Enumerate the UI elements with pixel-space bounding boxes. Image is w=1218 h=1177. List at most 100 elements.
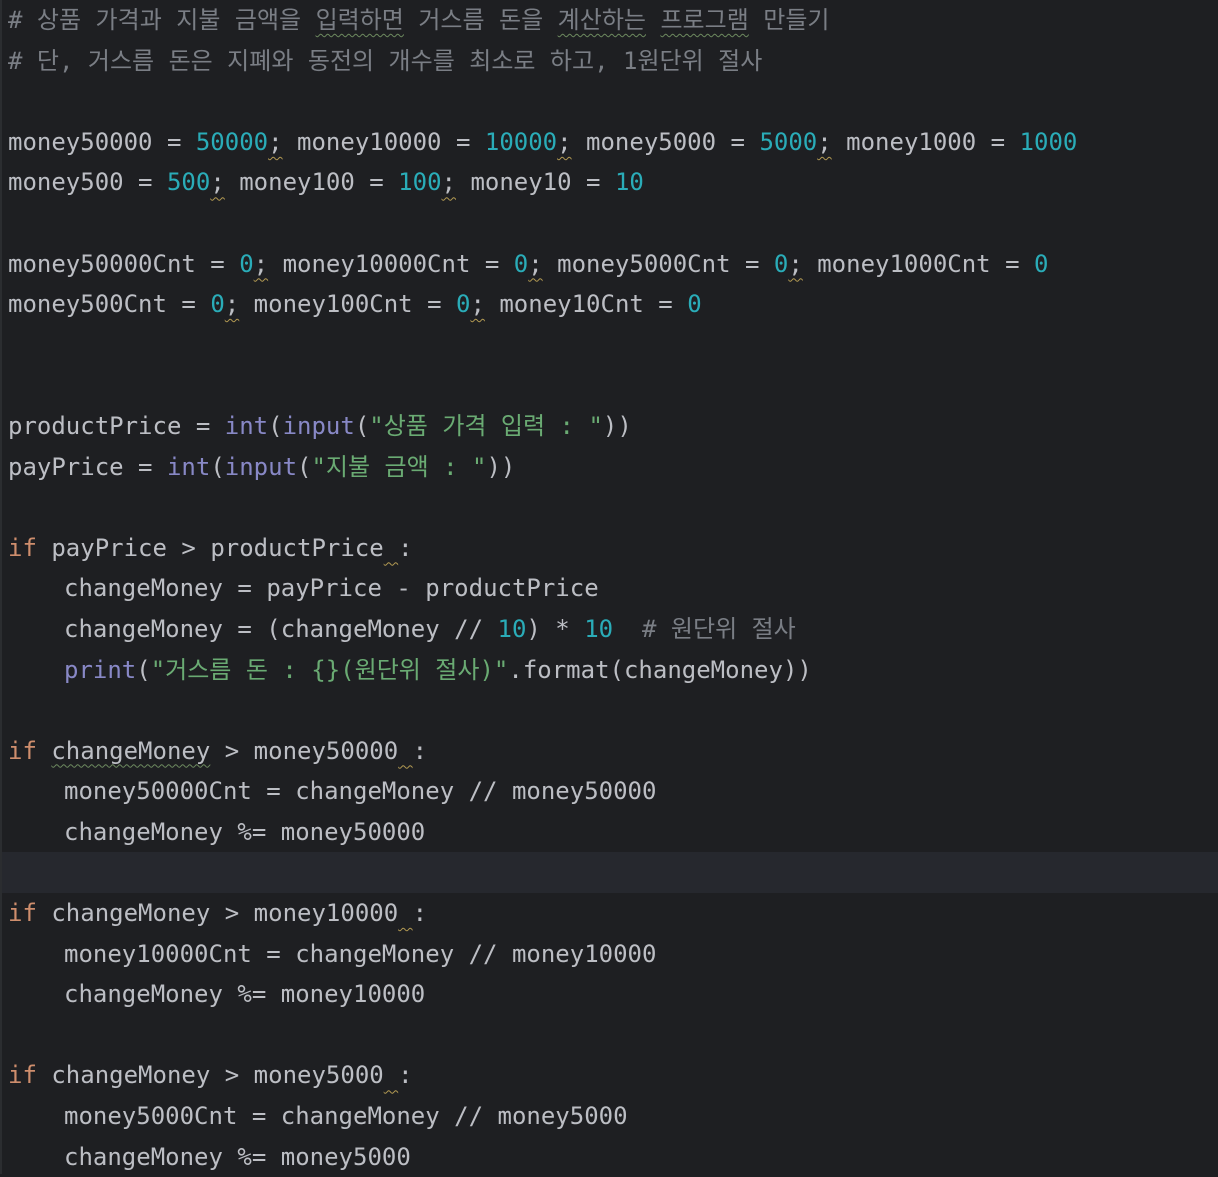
variable-name: money50000Cnt: [8, 249, 196, 278]
number-literal: 10: [584, 614, 614, 643]
code-line-26[interactable]: [2, 1015, 1218, 1056]
code-line-16[interactable]: changeMoney = (changeMoney // 10) * 10 #…: [2, 609, 1218, 650]
code-line-21[interactable]: changeMoney %= money50000: [2, 812, 1218, 853]
comment-word-typo: 계산하는: [557, 6, 646, 34]
variable-name: changeMoney: [64, 817, 223, 846]
code-line-18[interactable]: [2, 690, 1218, 731]
code-line-23[interactable]: if changeMoney > money10000 :: [2, 893, 1218, 934]
code-line-27[interactable]: if changeMoney > money5000 :: [2, 1055, 1218, 1096]
string-literal: "지불 금액 : ": [311, 452, 487, 481]
code-line-5[interactable]: money500 = 500; money100 = 100; money10 …: [2, 162, 1218, 203]
number-literal: 0: [455, 290, 471, 319]
comment-word-typo: 입력하면: [315, 6, 404, 34]
semicolon-warning: ;: [210, 168, 225, 197]
comment-text: # 단, 거스름 돈은 지폐와 동전의 개수를 최소로 하고, 1원단위 절사: [8, 46, 763, 75]
code-line-25[interactable]: changeMoney %= money10000: [2, 974, 1218, 1015]
method-name: format: [522, 655, 610, 684]
variable-name: money10000: [253, 899, 399, 928]
variable-name: changeMoney: [51, 1061, 211, 1090]
code-line-10[interactable]: [2, 365, 1218, 406]
semicolon-warning: ;: [817, 127, 832, 156]
code-line-20[interactable]: money50000Cnt = changeMoney // money5000…: [2, 771, 1218, 812]
semicolon-warning: ;: [253, 249, 269, 278]
variable-name: money10000: [280, 980, 426, 1009]
code-line-13[interactable]: [2, 487, 1218, 528]
variable-name: changeMoney: [280, 1102, 440, 1131]
code-line-17[interactable]: print("거스름 돈 : {}(원단위 절사)".format(change…: [2, 650, 1218, 691]
code-line-24[interactable]: money10000Cnt = changeMoney // money1000…: [2, 934, 1218, 975]
semicolon-warning: ;: [557, 127, 572, 156]
code-line-7[interactable]: money50000Cnt = 0; money10000Cnt = 0; mo…: [2, 244, 1218, 285]
code-line-2[interactable]: # 단, 거스름 돈은 지폐와 동전의 개수를 최소로 하고, 1원단위 절사: [2, 41, 1218, 82]
variable-name: changeMoney: [623, 655, 783, 684]
code-line-29[interactable]: changeMoney %= money5000: [2, 1137, 1218, 1177]
variable-name: money50000: [511, 777, 657, 806]
number-literal: 0: [773, 249, 789, 278]
variable-name: money1000Cnt: [817, 249, 991, 278]
code-line-12[interactable]: payPrice = int(input("지불 금액 : ")): [2, 447, 1218, 488]
builtin-function: int: [224, 411, 269, 440]
comment-word: 지불: [176, 6, 221, 34]
variable-name: money50000: [8, 127, 153, 156]
variable-name: money10Cnt: [499, 290, 644, 319]
number-literal: 0: [239, 249, 254, 278]
variable-name: money500: [8, 168, 124, 197]
code-line-1[interactable]: # 상품 가격과 지불 금액을 입력하면 거스름 돈을 계산하는 프로그램 만들…: [2, 0, 1218, 41]
inline-comment: # 원단위 절사: [642, 614, 796, 643]
variable-name: money10000: [297, 127, 442, 156]
variable-name: money100Cnt: [253, 290, 413, 319]
variable-name: money5000: [497, 1102, 628, 1131]
keyword: if: [8, 1061, 37, 1090]
number-literal: 0: [1033, 249, 1049, 278]
code-line-8[interactable]: money500Cnt = 0; money100Cnt = 0; money1…: [2, 284, 1218, 325]
comment-word: 만들기: [763, 6, 830, 34]
builtin-function: int: [166, 452, 211, 481]
variable-name: money10000Cnt: [64, 939, 252, 968]
keyword: if: [8, 533, 37, 562]
variable-name: money5000: [586, 127, 717, 156]
variable-name: money50000: [280, 817, 426, 846]
code-line-6[interactable]: [2, 203, 1218, 244]
code-line-15[interactable]: changeMoney = payPrice - productPrice: [2, 568, 1218, 609]
comment-word: 돈을: [499, 6, 544, 34]
variable-name: productPrice: [210, 533, 384, 562]
variable-name: payPrice: [266, 574, 382, 603]
whitespace-warning: [384, 534, 398, 562]
code-line-28[interactable]: money5000Cnt = changeMoney // money5000: [2, 1096, 1218, 1137]
comment-word: 금액을: [234, 6, 302, 34]
number-literal: 0: [687, 290, 702, 319]
number-literal: 0: [513, 249, 529, 278]
comment-word-typo: 프로그램: [660, 6, 749, 34]
number-literal: 50000: [195, 127, 269, 156]
variable-name: payPrice: [8, 452, 124, 481]
number-literal: 10000: [484, 127, 558, 156]
keyword: if: [8, 736, 37, 765]
code-line-11[interactable]: productPrice = int(input("상품 가격 입력 : ")): [2, 406, 1218, 447]
variable-name: money50000Cnt: [64, 777, 252, 806]
variable-name: money500Cnt: [8, 290, 167, 319]
keyword: if: [8, 899, 37, 928]
semicolon-warning: ;: [528, 249, 543, 278]
code-line-3[interactable]: [2, 81, 1218, 122]
code-line-22-current[interactable]: [2, 852, 1218, 894]
comment-word: 가격과: [95, 6, 162, 34]
comment-word: 거스름: [418, 6, 485, 34]
variable-name: money10: [470, 168, 572, 197]
code-line-19[interactable]: if changeMoney > money50000 :: [2, 731, 1218, 772]
code-line-4[interactable]: money50000 = 50000; money10000 = 10000; …: [2, 122, 1218, 163]
variable-name: changeMoney: [64, 574, 223, 603]
variable-name: changeMoney: [64, 980, 223, 1009]
comment-word: 상품: [36, 6, 82, 34]
variable-name: changeMoney: [295, 939, 455, 968]
code-line-14[interactable]: if payPrice > productPrice :: [2, 528, 1218, 569]
whitespace-warning: [384, 1061, 398, 1089]
string-literal: "거스름 돈 : {}(원단위 절사)": [150, 655, 509, 684]
number-literal: 100: [398, 168, 442, 197]
code-editor[interactable]: # 상품 가격과 지불 금액을 입력하면 거스름 돈을 계산하는 프로그램 만들…: [0, 0, 1218, 1174]
code-line-9[interactable]: [2, 325, 1218, 366]
builtin-function: input: [224, 452, 298, 481]
variable-name: changeMoney: [295, 777, 455, 806]
number-literal: 1000: [1019, 127, 1078, 156]
variable-name: changeMoney: [64, 1142, 223, 1171]
comment-hash: #: [8, 6, 23, 34]
